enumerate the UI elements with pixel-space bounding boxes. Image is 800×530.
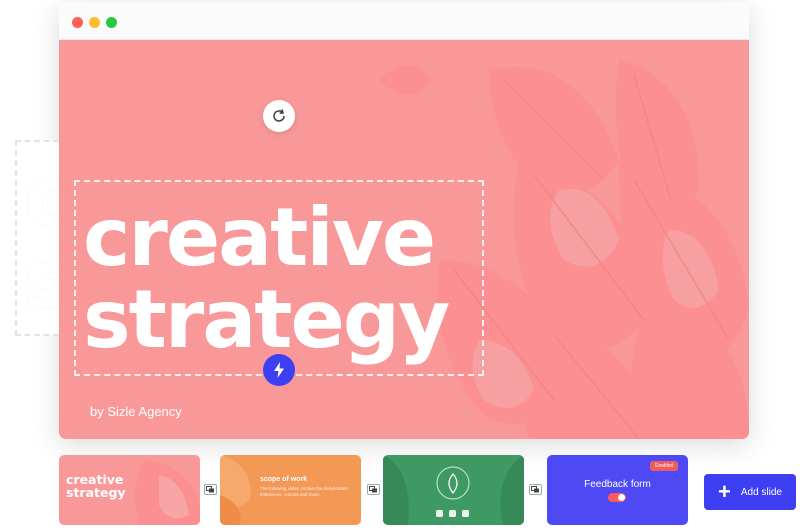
close-window-button[interactable]: [72, 17, 83, 28]
lightning-bolt-icon: [274, 362, 284, 378]
slide-thumbnail-3[interactable]: [383, 455, 524, 525]
enabled-badge: Enabled: [650, 461, 679, 471]
rotate-button[interactable]: [263, 100, 295, 132]
slide-title-line2: strategy: [83, 273, 450, 366]
slide-title[interactable]: creative strategy: [83, 191, 450, 366]
slide-thumbnail-4[interactable]: Enabled Feedback form: [547, 455, 688, 525]
thumb2-body: The following slides contain the deliver…: [260, 486, 350, 497]
slide-thumbnail-2[interactable]: scope of work The following slides conta…: [220, 455, 361, 525]
thumb1-title-line2: strategy: [66, 485, 126, 500]
thumb-content: [383, 455, 524, 525]
window-titlebar: [59, 2, 749, 40]
browser-window: creative strategy by Sizle Agency: [59, 2, 749, 439]
slide-thumbnail-1[interactable]: creative strategy: [59, 455, 200, 525]
thumb1-title: creative strategy: [66, 473, 126, 499]
plus-icon: +: [718, 479, 731, 504]
transition-icon[interactable]: [204, 484, 217, 495]
feedback-form-label: Feedback form: [584, 479, 651, 490]
add-slide-button[interactable]: + Add slide: [704, 474, 796, 510]
transition-icon[interactable]: [367, 484, 380, 495]
maximize-window-button[interactable]: [106, 17, 117, 28]
presentation-editor: creative strategy by Sizle Agency creati…: [0, 0, 800, 530]
minimize-window-button[interactable]: [89, 17, 100, 28]
thumb2-title: scope of work: [260, 476, 308, 483]
rotate-icon: [273, 109, 285, 122]
title-overflow-line2: strategy: [24, 233, 59, 321]
slide-canvas[interactable]: creative strategy by Sizle Agency: [59, 40, 749, 439]
transition-icon[interactable]: [529, 484, 542, 495]
feedback-toggle[interactable]: [608, 493, 626, 502]
title-overflow-left: creative strategy: [24, 157, 59, 321]
magic-action-button[interactable]: [263, 354, 295, 386]
slide-byline: by Sizle Agency: [90, 404, 182, 419]
slide-title-line1: creative: [83, 191, 436, 284]
title-overflow-line1: creative: [24, 157, 59, 244]
add-slide-label: Add slide: [740, 486, 782, 498]
